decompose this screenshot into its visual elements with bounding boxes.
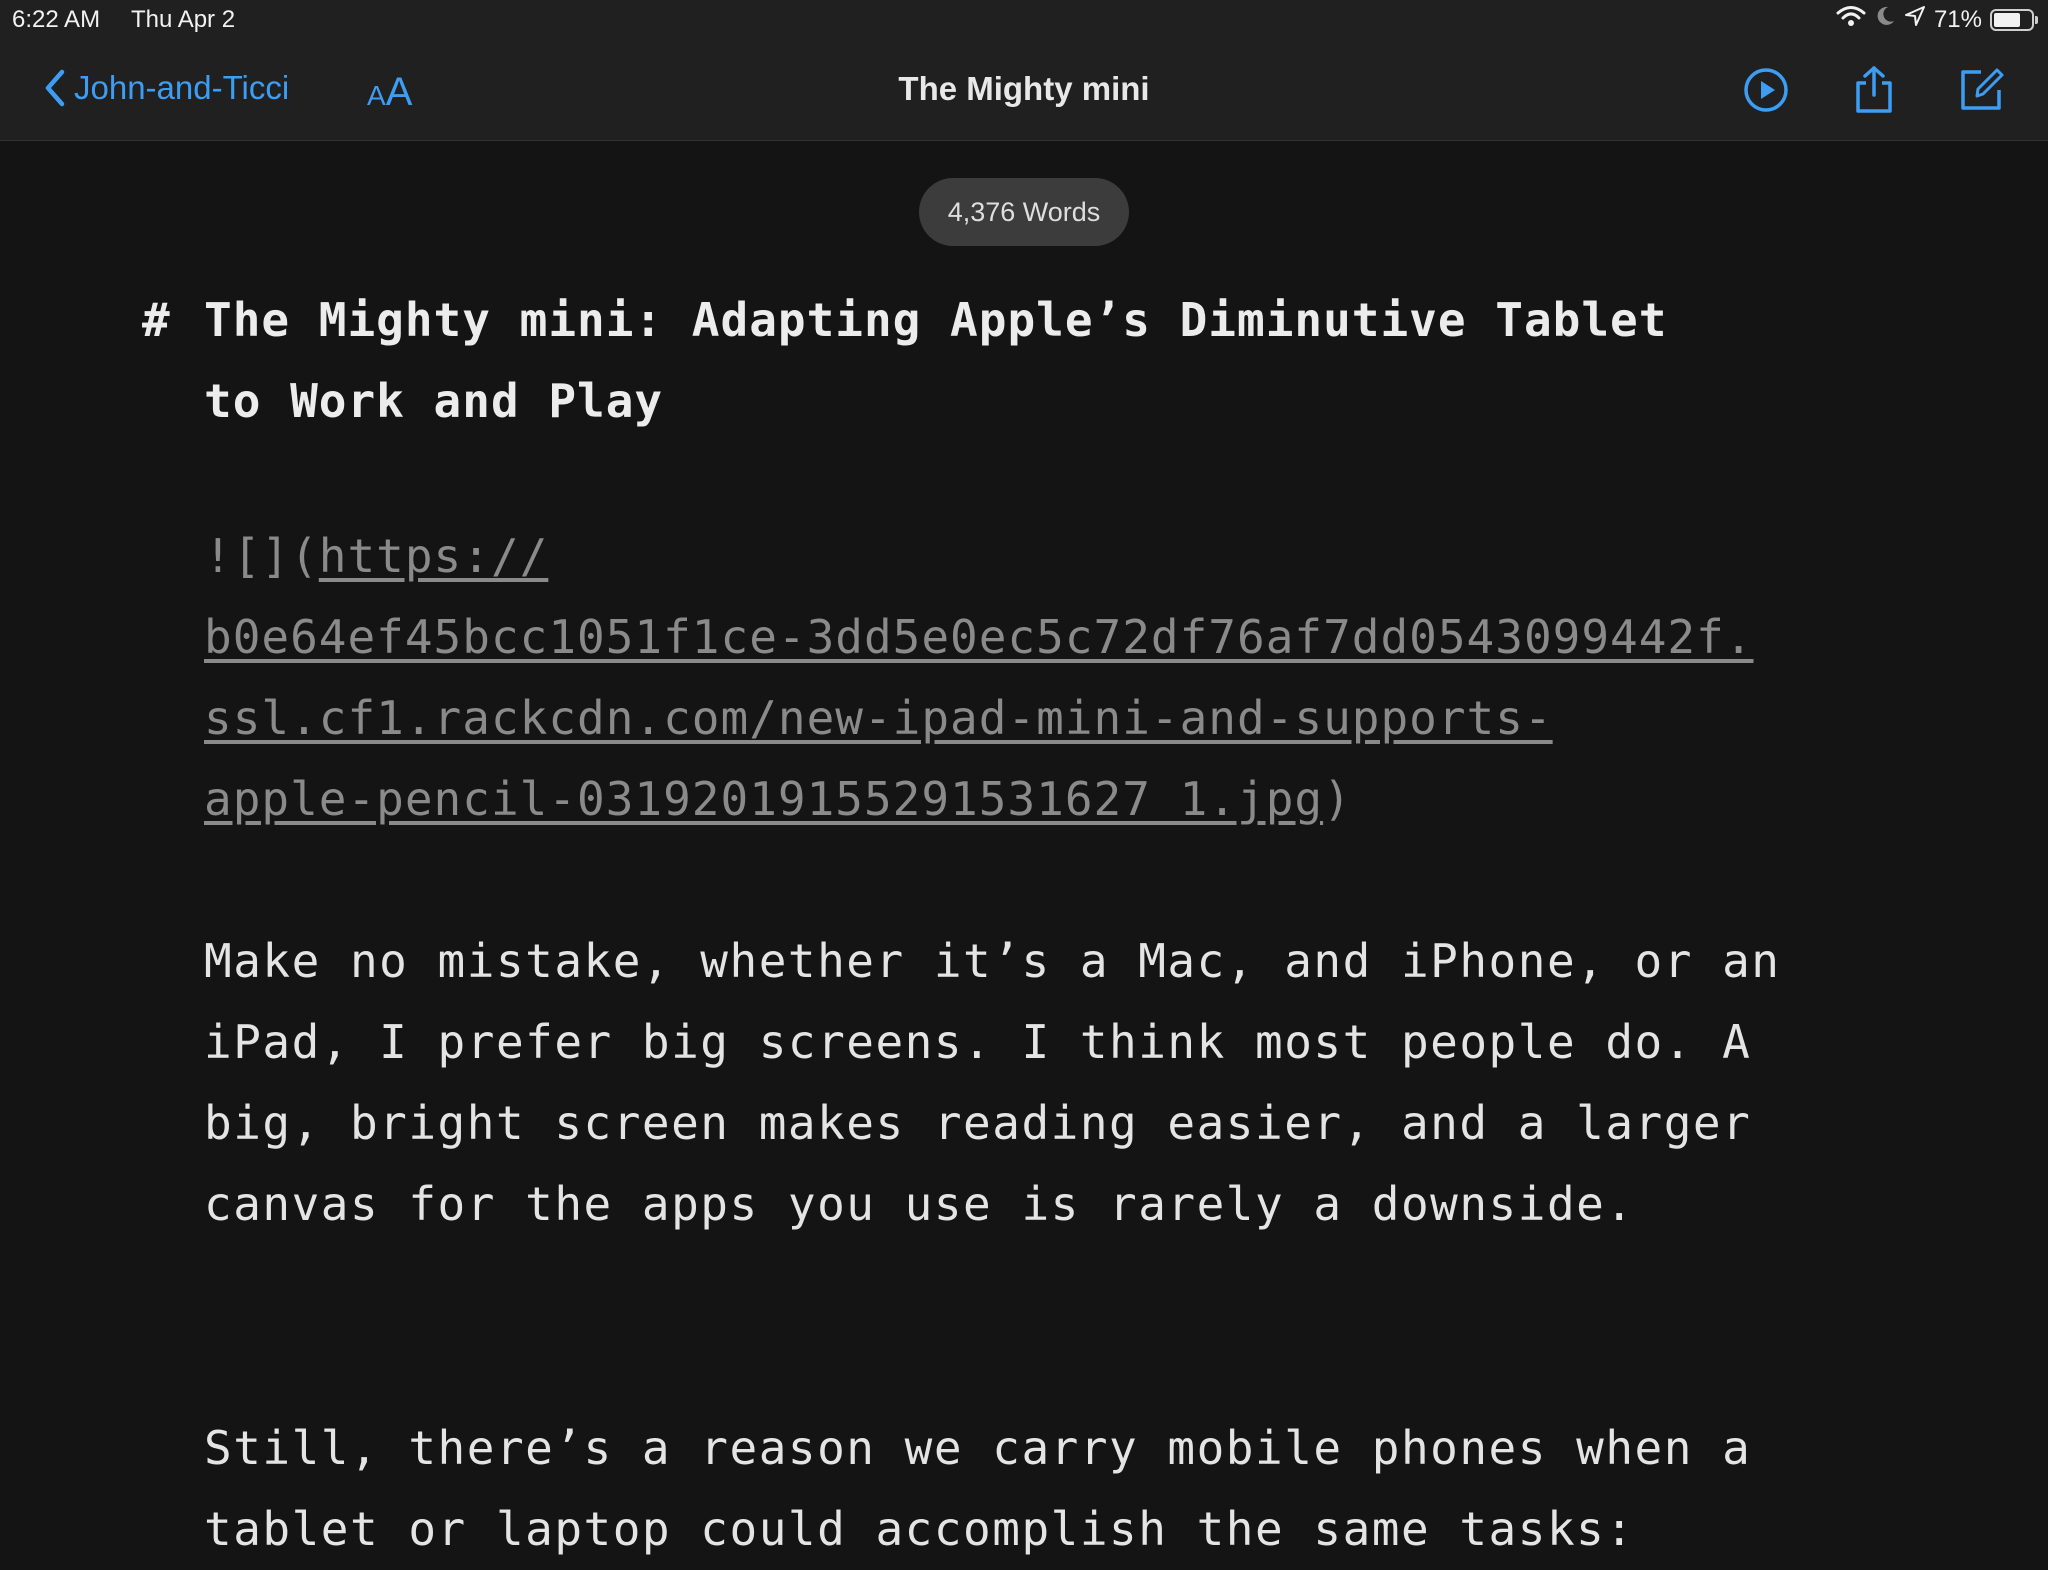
- word-count-badge[interactable]: 4,376 Words: [919, 178, 1129, 246]
- location-icon: [1904, 5, 1926, 34]
- compose-icon: [1961, 68, 2004, 110]
- heading-text-line-2: to Work and Play: [204, 374, 664, 428]
- wifi-icon: [1836, 5, 1866, 34]
- paragraph-2[interactable]: Still, there’s a reason we carry mobile …: [204, 1408, 1844, 1570]
- status-icons: 71%: [1836, 5, 2038, 34]
- share-icon: [1856, 66, 1892, 113]
- battery-percent: 71%: [1933, 5, 1982, 33]
- moon-icon: [1874, 5, 1896, 34]
- preview-button[interactable]: [1738, 62, 1794, 118]
- image-url-part-3[interactable]: ssl.cf1.rackcdn.com/new-ipad-mini-and-su…: [204, 678, 1904, 759]
- compose-button[interactable]: [1953, 62, 2009, 118]
- battery-fill: [1994, 12, 2020, 27]
- battery-icon: [1990, 8, 2038, 31]
- image-markdown-line-1: ![](https://: [204, 516, 1904, 597]
- navigation-bar: John-and-Ticci A A The Mighty mini: [0, 40, 2048, 141]
- heading-line-1: # The Mighty mini: Adapting Apple’s Dimin…: [142, 280, 1922, 361]
- paragraph-1[interactable]: Make no mistake, whether it’s a Mac, and…: [204, 921, 1844, 1245]
- heading-text-line-1: The Mighty mini: Adapting Apple’s Diminu…: [204, 293, 1668, 347]
- play-icon: [1744, 68, 1788, 112]
- document-heading[interactable]: # The Mighty mini: Adapting Apple’s Dimin…: [142, 280, 1922, 442]
- image-markdown-line-4: apple-pencil-03192019155291531627 1.jpg): [204, 759, 1904, 840]
- heading-marker: #: [142, 293, 171, 347]
- status-time: 6:22 AM: [12, 6, 101, 33]
- image-url-part-1[interactable]: https://: [319, 529, 549, 583]
- status-bar: 6:22 AM Thu Apr 2 71%: [0, 0, 2048, 40]
- status-date: Thu Apr 2: [131, 6, 236, 33]
- image-url-part-2[interactable]: b0e64ef45bcc1051f1ce-3dd5e0ec5c72df76af7…: [204, 597, 1904, 678]
- image-markdown[interactable]: ![](https:// b0e64ef45bcc1051f1ce-3dd5e0…: [204, 516, 1904, 840]
- image-url-part-4[interactable]: apple-pencil-03192019155291531627 1.jpg: [204, 772, 1323, 826]
- share-button[interactable]: [1846, 62, 1902, 118]
- image-prefix: ![](: [204, 529, 319, 583]
- image-suffix: ): [1323, 772, 1352, 826]
